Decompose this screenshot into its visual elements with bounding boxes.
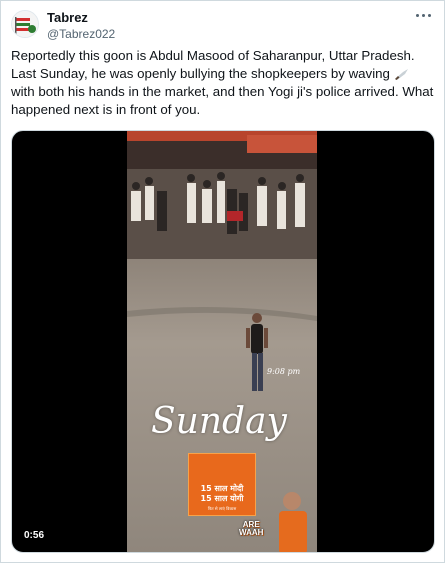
sticker-text: ARE WAAH	[239, 520, 264, 537]
tweet-header: Tabrez @Tabrez022	[11, 8, 434, 42]
overlay-title: Sunday	[151, 401, 287, 442]
video-frame[interactable]: 9:08 pm Sunday 15 साल मोदी 15 साल योगी फ…	[127, 131, 317, 552]
video-player[interactable]: 9:08 pm Sunday 15 साल मोदी 15 साल योगी फ…	[11, 130, 435, 553]
flag-avatar-icon	[12, 11, 38, 37]
overlay-time: 9:08 pm	[267, 367, 301, 376]
avatar[interactable]	[11, 10, 39, 38]
poster-line-2: 15 साल योगी	[200, 494, 244, 503]
political-poster: 15 साल मोदी 15 साल योगी फिर से लाएं विका…	[188, 453, 256, 516]
user-handle[interactable]: @Tabrez022	[47, 27, 115, 41]
tweet-text-part2: with both his hands in the market, and t…	[11, 84, 434, 117]
tweet-text-part1: Reportedly this goon is Abdul Masood of …	[11, 48, 415, 81]
more-options-icon[interactable]	[412, 8, 434, 24]
display-name[interactable]: Tabrez	[47, 10, 88, 25]
tweet-text: Reportedly this goon is Abdul Masood of …	[11, 47, 436, 119]
poster-line-3: फिर से लाएं विकास	[207, 506, 237, 511]
video-duration: 0:56	[19, 528, 50, 543]
knife-icon	[394, 69, 408, 80]
tweet-card[interactable]: Tabrez @Tabrez022 Reportedly this goon i…	[0, 0, 445, 563]
